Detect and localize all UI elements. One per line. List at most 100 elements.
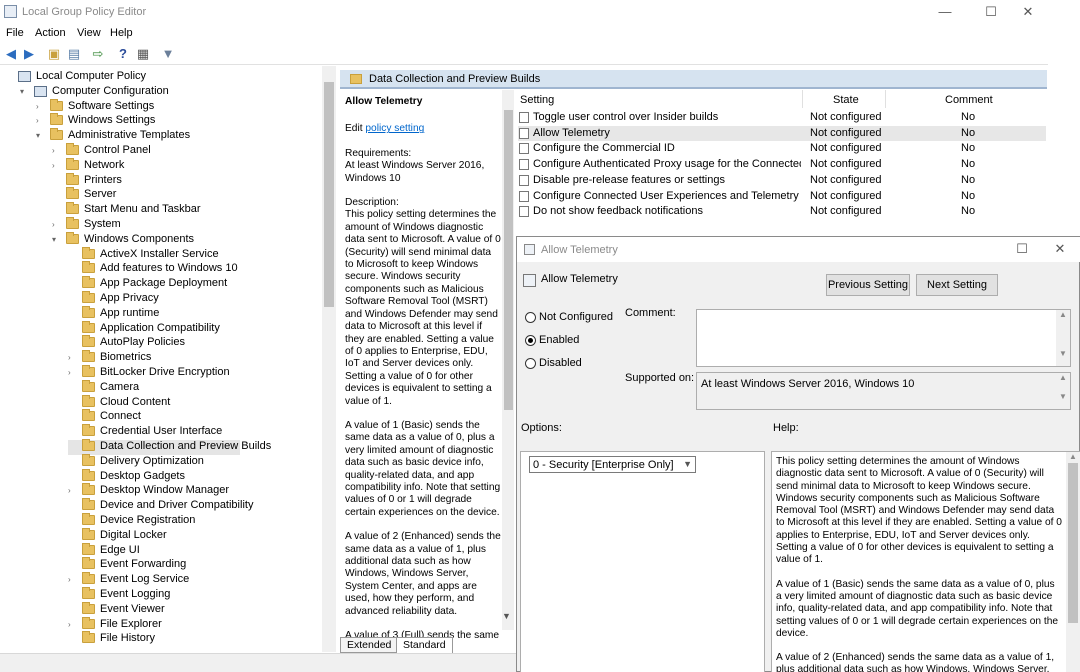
setting-row[interactable]: Configure Authenticated Proxy usage for … [518, 157, 1046, 172]
policy-setting-icon [519, 112, 529, 123]
comment-scrollbar[interactable]: ▲ ▼ [1056, 310, 1070, 366]
tree-item-label: Data Collection and Preview Builds [100, 440, 272, 452]
minimize-button[interactable]: — [922, 0, 968, 24]
chevron-right-icon[interactable]: › [68, 575, 78, 584]
help-icon[interactable]: ? [115, 46, 131, 62]
description-panel: Allow Telemetry Edit policy setting Requ… [340, 90, 502, 650]
menu-view[interactable]: View [77, 27, 101, 39]
setting-state: Not configured [810, 205, 882, 218]
not-configured-label[interactable]: Not Configured [539, 311, 613, 323]
menu-bar: File Action View Help [0, 24, 1048, 43]
scroll-up-arrow-icon[interactable]: ▲ [1056, 373, 1070, 382]
computer-icon [18, 71, 31, 82]
previous-setting-button[interactable]: Previous Setting [826, 274, 910, 296]
tree-item-label: Local Computer Policy [36, 70, 147, 82]
export-list-icon[interactable]: ⇨ [90, 46, 106, 62]
tree-item-label: Connect [100, 410, 141, 423]
enabled-label[interactable]: Enabled [539, 334, 579, 346]
setting-row[interactable]: Do not show feedback notifications Not co… [518, 204, 1046, 219]
tab-extended[interactable]: Extended [340, 637, 399, 653]
chevron-right-icon[interactable]: › [36, 116, 46, 125]
chevron-right-icon[interactable]: › [68, 620, 78, 629]
disabled-label[interactable]: Disabled [539, 357, 582, 369]
folder-icon [82, 557, 95, 570]
supported-scrollbar[interactable]: ▲ ▼ [1056, 373, 1070, 409]
chevron-down-icon[interactable]: ▾ [52, 235, 62, 244]
menu-help[interactable]: Help [110, 27, 133, 39]
chevron-right-icon[interactable]: › [68, 353, 78, 362]
column-header-comment[interactable]: Comment [945, 94, 993, 106]
column-header-setting[interactable]: Setting [520, 94, 554, 106]
folder-icon [82, 468, 95, 481]
setting-row[interactable]: Configure the Commercial ID Not configure… [518, 141, 1046, 156]
tree-scrollbar-thumb[interactable] [324, 82, 334, 307]
menu-action[interactable]: Action [35, 27, 66, 39]
setting-row[interactable]: Configure Connected User Experiences and… [518, 189, 1046, 204]
enabled-radio[interactable] [525, 335, 536, 346]
comment-textarea[interactable]: ▲ ▼ [696, 309, 1071, 367]
tree-item-label: Device and Driver Compatibility [100, 499, 254, 512]
tree-item[interactable]: Data Collection and Preview Builds [68, 439, 271, 455]
close-button[interactable]: ✕ [1005, 0, 1051, 24]
requirements-label: Requirements: [345, 147, 412, 159]
tree-item-label: File Explorer [100, 617, 162, 630]
tree-item-label: Application Compatibility [100, 321, 220, 334]
setting-comment: No [961, 158, 976, 171]
column-divider [802, 90, 803, 108]
chevron-right-icon[interactable]: › [52, 161, 62, 170]
forward-arrow-icon[interactable]: ▶ [21, 46, 37, 62]
scroll-down-arrow-icon[interactable]: ▼ [1056, 392, 1070, 401]
tree-item-label: Server [84, 188, 117, 201]
description-paragraph-1: This policy setting determines the amoun… [345, 209, 501, 407]
filter-icon[interactable]: ▼ [160, 46, 176, 62]
scroll-down-arrow-icon[interactable]: ▼ [502, 611, 511, 621]
dialog-close-button[interactable]: ✕ [1037, 237, 1080, 261]
scroll-up-arrow-icon[interactable]: ▲ [1056, 310, 1070, 319]
setting-row[interactable]: Allow Telemetry Not configured No [518, 125, 1046, 141]
help-scrollbar-thumb[interactable] [1068, 463, 1078, 623]
folder-icon [82, 350, 95, 363]
chevron-down-icon[interactable]: ▾ [20, 87, 30, 96]
requirements-text: At least Windows Server 2016, Windows 10 [345, 160, 485, 184]
options-panel: 0 - Security [Enterprise Only] ▼ [520, 451, 765, 672]
help-scrollbar[interactable]: ▲ [1066, 452, 1080, 672]
not-configured-radio[interactable] [525, 312, 536, 323]
edit-policy-link[interactable]: policy setting [365, 123, 424, 134]
setting-state: Not configured [810, 189, 882, 202]
telemetry-level-dropdown[interactable]: 0 - Security [Enterprise Only] ▼ [529, 456, 696, 473]
description-scrollbar-thumb[interactable] [504, 110, 513, 410]
show-hide-tree-icon[interactable]: ▤ [66, 46, 82, 62]
setting-name: Configure Connected User Experiences and… [533, 189, 799, 202]
folder-icon [82, 587, 95, 599]
folder-icon [50, 128, 63, 141]
setting-name: Do not show feedback notifications [533, 205, 703, 218]
setting-comment: No [961, 126, 976, 139]
tree-item-label: Event Logging [100, 588, 171, 600]
properties-icon[interactable]: ▦ [135, 46, 151, 62]
setting-row[interactable]: Disable pre-release features or settings… [518, 173, 1046, 188]
dialog-subtitle: Allow Telemetry [541, 273, 618, 285]
scroll-down-arrow-icon[interactable]: ▼ [1056, 349, 1070, 358]
chevron-right-icon[interactable]: › [68, 486, 78, 495]
menu-file[interactable]: File [6, 27, 24, 39]
chevron-down-icon[interactable]: ▾ [36, 131, 46, 140]
setting-row[interactable]: Toggle user control over Insider builds N… [518, 110, 1046, 125]
help-paragraph-3: A value of 2 (Enhanced) sends the same d… [776, 652, 1055, 672]
tree-item-label: Edge UI [100, 543, 140, 556]
chevron-right-icon[interactable]: › [52, 220, 62, 229]
up-folder-icon[interactable]: ▣ [46, 46, 62, 62]
chevron-right-icon[interactable]: › [36, 102, 46, 111]
column-header-state[interactable]: State [833, 94, 859, 106]
chevron-right-icon[interactable]: › [68, 368, 78, 377]
folder-icon [82, 453, 95, 466]
tree-pane: Local Computer Policy ▾ Computer Configura… [0, 66, 336, 652]
tab-standard[interactable]: Standard [396, 637, 453, 653]
chevron-right-icon[interactable]: › [52, 146, 62, 155]
window-titlebar: Local Group Policy Editor — ☐ ✕ [0, 0, 1048, 24]
back-arrow-icon[interactable]: ◀ [3, 46, 19, 62]
disabled-radio[interactable] [525, 358, 536, 369]
next-setting-button[interactable]: Next Setting [916, 274, 998, 296]
tree-item-label: ActiveX Installer Service [100, 247, 219, 260]
tree-item-label: Credential User Interface [100, 425, 223, 438]
scroll-up-arrow-icon[interactable]: ▲ [1066, 452, 1080, 461]
